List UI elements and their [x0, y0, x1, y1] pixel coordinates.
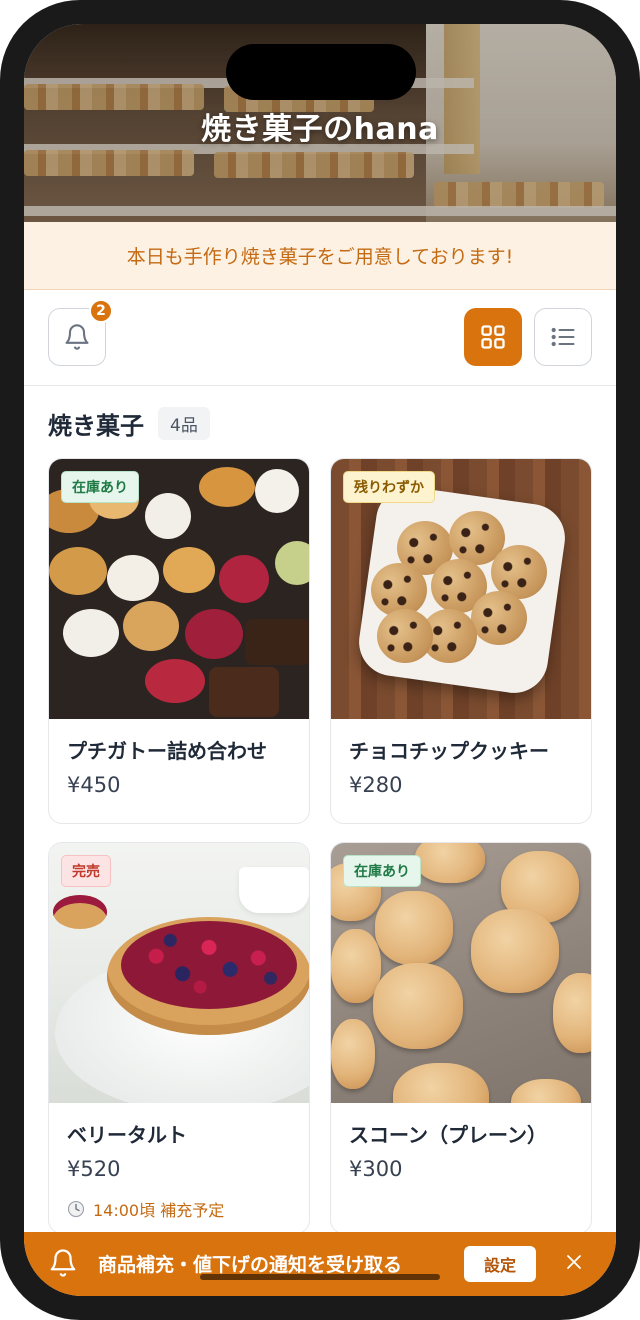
product-card[interactable]: 完売 ベリータルト ¥520 14:00頃 補充予定: [48, 842, 310, 1234]
product-price: ¥280: [349, 773, 403, 797]
app-screen: 焼き菓子のhana 本日も手作り焼き菓子をご用意しております! 2 焼き菓子 4…: [24, 24, 616, 1296]
stock-badge: 完売: [61, 855, 111, 887]
toolbar: 2: [24, 290, 616, 386]
section-header: 焼き菓子 4品: [48, 406, 210, 441]
announcement-text: 本日も手作り焼き菓子をご用意しております!: [126, 246, 514, 268]
home-indicator[interactable]: [200, 1274, 440, 1280]
bell-icon: [50, 1249, 76, 1277]
stock-badge: 在庫あり: [61, 471, 139, 503]
restock-time: 14:00頃 補充予定: [93, 1201, 225, 1220]
section-title: 焼き菓子: [48, 412, 144, 440]
notification-button[interactable]: 2: [48, 299, 113, 366]
close-icon: [567, 1255, 581, 1269]
restock-info: 14:00頃 補充予定: [67, 1197, 224, 1221]
product-price: ¥450: [67, 773, 121, 797]
list-view-button[interactable]: [534, 308, 592, 366]
shop-title: 焼き菓子のhana: [201, 112, 439, 147]
notification-count-badge: 2: [89, 299, 113, 323]
product-card[interactable]: 残りわずか チョコチップクッキー ¥280: [330, 458, 592, 824]
stock-badge: 残りわずか: [343, 471, 435, 503]
grid-icon: [481, 325, 505, 349]
stock-badge: 在庫あり: [343, 855, 421, 887]
dynamic-island: [226, 44, 416, 100]
product-price: ¥300: [349, 1157, 403, 1181]
product-price: ¥520: [67, 1157, 121, 1181]
list-icon: [551, 327, 575, 347]
item-count-chip: 4品: [158, 407, 210, 440]
product-card[interactable]: 在庫あり スコーン（プレーン） ¥300: [330, 842, 592, 1234]
close-banner-button[interactable]: [560, 1248, 588, 1276]
product-name: プチガトー詰め合わせ: [67, 739, 267, 763]
phone-frame: 焼き菓子のhana 本日も手作り焼き菓子をご用意しております! 2 焼き菓子 4…: [0, 0, 640, 1320]
announcement-bar: 本日も手作り焼き菓子をご用意しております!: [24, 222, 616, 290]
settings-button[interactable]: 設定: [464, 1246, 536, 1282]
bell-icon: [65, 324, 89, 350]
clock-icon: [67, 1200, 85, 1218]
banner-text: 商品補充・値下げの通知を受け取る: [98, 1254, 403, 1276]
product-name: チョコチップクッキー: [349, 739, 549, 763]
product-name: ベリータルト: [67, 1123, 187, 1147]
grid-view-button[interactable]: [464, 308, 522, 366]
notification-opt-in-banner: 商品補充・値下げの通知を受け取る 設定: [24, 1232, 616, 1296]
product-card[interactable]: 在庫あり プチガトー詰め合わせ ¥450: [48, 458, 310, 824]
product-name: スコーン（プレーン）: [349, 1123, 547, 1147]
